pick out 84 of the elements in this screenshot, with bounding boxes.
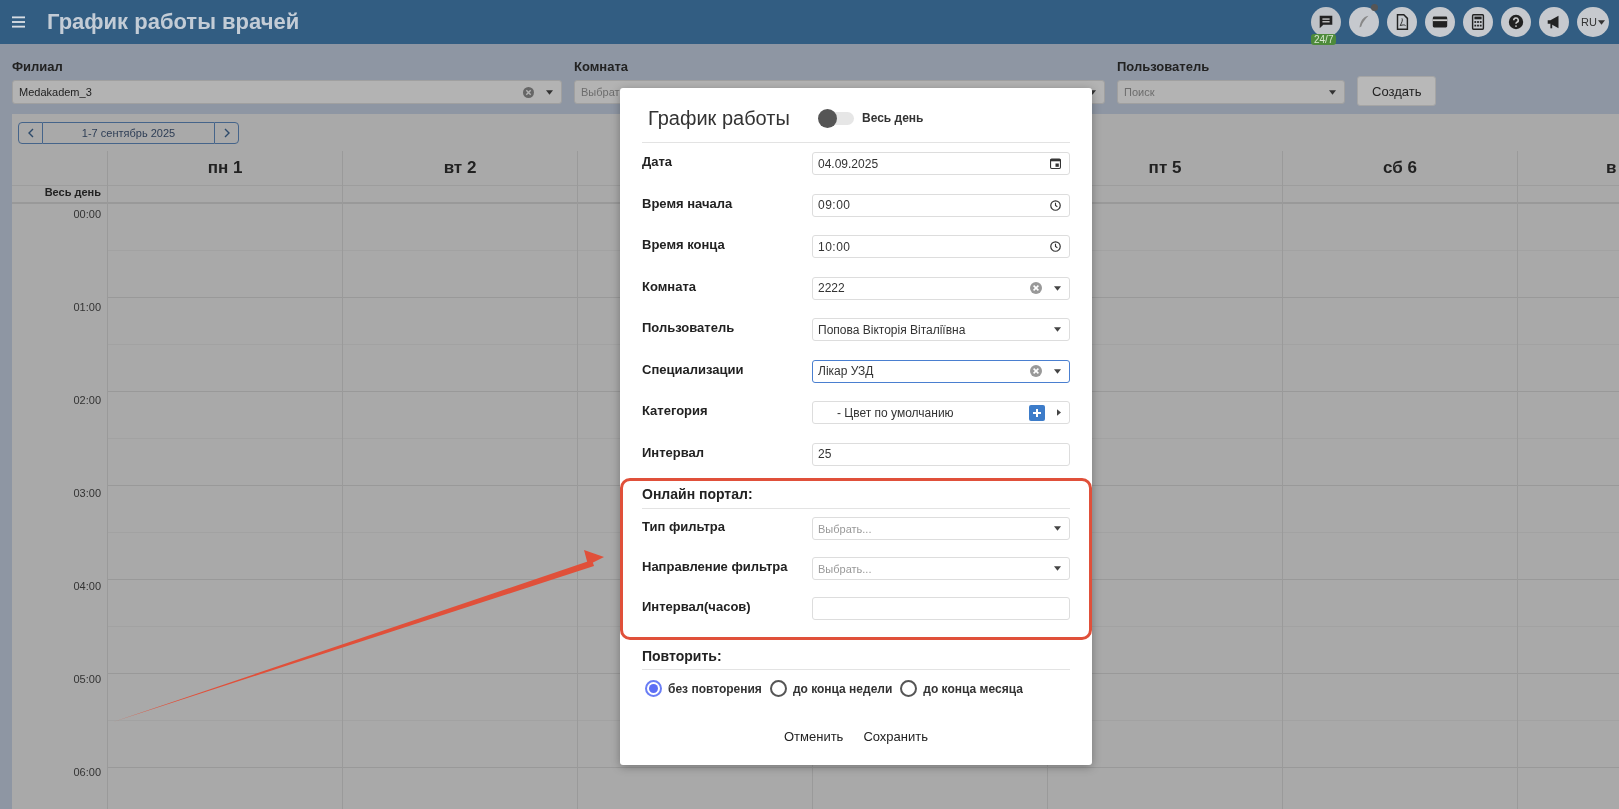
filter-select[interactable]: Medakadem_3 xyxy=(12,80,562,104)
calculator-icon xyxy=(1469,13,1487,31)
previous-week-button[interactable] xyxy=(18,121,43,144)
filter-label: Комната xyxy=(574,59,629,74)
week-range: 1-7 сентябрь 2025 xyxy=(43,121,214,144)
filter-label: Филиал xyxy=(12,59,64,74)
form-field[interactable] xyxy=(812,597,1070,620)
field-label: Время конца xyxy=(642,236,726,252)
caret-icon xyxy=(1054,566,1061,571)
save-button[interactable]: Сохранить xyxy=(857,725,934,748)
day-header: пн 1 xyxy=(207,158,243,178)
clear-icon[interactable] xyxy=(1030,282,1042,294)
time-label: 04:00 xyxy=(73,580,101,592)
time-label: 03:00 xyxy=(73,487,101,499)
chevron-right-icon xyxy=(223,127,230,138)
form-field[interactable]: Лікар УЗД xyxy=(812,359,1070,383)
time-label: 01:00 xyxy=(73,301,101,313)
caret-icon xyxy=(1054,327,1061,332)
dialog-title: График работы xyxy=(648,106,791,130)
field-label: Направление фильтра xyxy=(642,558,789,574)
section-title: Онлайн портал: xyxy=(642,486,753,502)
clear-icon[interactable] xyxy=(1030,365,1042,377)
clear-icon[interactable] xyxy=(523,86,534,98)
caret-icon xyxy=(546,89,553,95)
card-button[interactable] xyxy=(1425,7,1455,37)
field-label: Комната xyxy=(642,277,697,294)
form-field[interactable]: 09:00 xyxy=(812,193,1070,217)
day-header: сб 6 xyxy=(1383,158,1417,178)
radio-option[interactable]: без повторения xyxy=(645,680,762,697)
chat-button[interactable] xyxy=(1311,7,1341,37)
plus-icon xyxy=(1033,408,1041,417)
field-label: Интервал xyxy=(642,443,706,460)
field-label: Тип фильтра xyxy=(642,518,726,534)
form-field[interactable]: Попова Вікторія Віталіївна xyxy=(812,318,1070,341)
next-week-button[interactable] xyxy=(214,121,239,144)
time-label: 05:00 xyxy=(73,673,101,685)
caret-icon xyxy=(1054,526,1061,531)
announcement-button[interactable] xyxy=(1539,7,1569,37)
field-label: Дата xyxy=(642,153,674,169)
chat-badge: 24/7 xyxy=(1311,34,1337,45)
calendar-icon[interactable] xyxy=(1050,158,1061,169)
chevron-left-icon xyxy=(27,127,34,138)
signature-button[interactable] xyxy=(1349,7,1379,37)
all-day-label: Весь день xyxy=(44,186,101,198)
filter-label: Пользователь xyxy=(1117,59,1211,74)
field-label: Интервал(часов) xyxy=(642,598,752,614)
field-label: Время начала xyxy=(642,194,734,211)
field-label: Специализации xyxy=(642,360,745,377)
caret-icon xyxy=(1054,368,1061,374)
caret-icon xyxy=(1054,285,1061,291)
clock-icon[interactable] xyxy=(1050,241,1061,252)
radio-option[interactable]: до конца недели xyxy=(769,680,893,697)
form-field[interactable]: 04.09.2025 xyxy=(812,152,1070,175)
time-label: 02:00 xyxy=(73,394,101,406)
field-label: Категория xyxy=(642,402,709,418)
radio-option[interactable]: до конца месяца xyxy=(900,680,1023,697)
form-field[interactable]: - Цвет по умолчанию xyxy=(812,401,1070,424)
day-header: пт 5 xyxy=(1148,158,1182,178)
form-field[interactable]: 2222 xyxy=(812,276,1070,300)
day-header: вт 2 xyxy=(443,158,477,178)
add-button[interactable] xyxy=(1029,404,1045,421)
help-button[interactable] xyxy=(1501,7,1531,37)
caret-icon xyxy=(1329,89,1336,95)
time-label: 00:00 xyxy=(73,208,101,220)
notification-dot xyxy=(1371,4,1378,11)
caret-right-icon xyxy=(1057,409,1061,416)
calculator-button[interactable] xyxy=(1463,7,1493,37)
page-title: График работы врачей xyxy=(47,9,300,35)
help-icon xyxy=(1507,13,1525,31)
caret-icon xyxy=(1597,19,1605,25)
form-field[interactable]: 25 xyxy=(812,442,1070,466)
time-label: 06:00 xyxy=(73,766,101,778)
clock-icon[interactable] xyxy=(1050,199,1061,211)
field-label: Пользователь xyxy=(642,319,736,335)
cancel-button[interactable]: Отменить xyxy=(778,725,850,748)
toggle-label: Весь день xyxy=(862,111,924,125)
language-button[interactable]: RU xyxy=(1577,7,1609,37)
day-header: в xyxy=(1606,158,1617,178)
pdf-button[interactable] xyxy=(1387,7,1417,37)
section-title: Повторить: xyxy=(642,648,723,664)
all-day-toggle[interactable] xyxy=(820,111,854,125)
menu-icon[interactable] xyxy=(12,16,25,28)
create-button[interactable]: Создать xyxy=(1357,76,1437,106)
form-field[interactable]: 10:00 xyxy=(812,235,1070,258)
